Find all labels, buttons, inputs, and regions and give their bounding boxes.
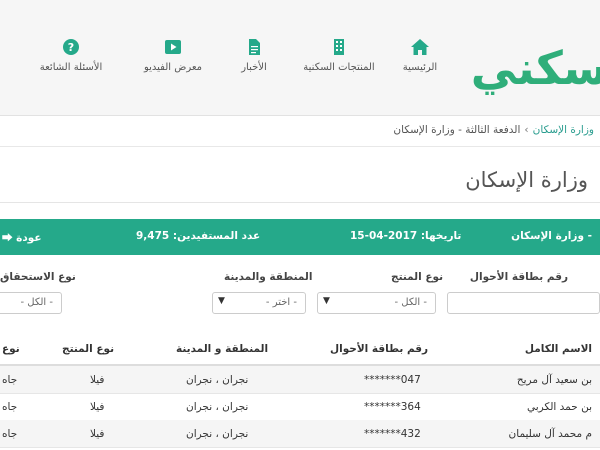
table-row: بن سعيد آل مريح *******047 نجران ، نجران… xyxy=(0,366,600,394)
filter-panel: رقم بطاقة الأحوال نوع المنتج - الكل - ▼ … xyxy=(0,265,600,325)
chevron-down-icon: ▼ xyxy=(323,296,330,306)
cell-product-type: فيلا xyxy=(90,428,105,440)
nav-news-label: الأخبار xyxy=(241,62,267,73)
document-icon xyxy=(249,39,260,55)
cell-product-type: فيلا xyxy=(90,374,105,386)
entitlement-type-select[interactable]: - الكل - xyxy=(0,292,62,314)
page-title: وزارة الإسكان xyxy=(465,168,588,192)
nav-video-gallery[interactable]: معرض الفيديو xyxy=(136,38,210,73)
chevron-down-icon: ▼ xyxy=(218,296,225,306)
table-row: بن حمد الكربي *******364 نجران ، نجران ف… xyxy=(0,393,600,421)
back-button[interactable]: ⮕ عودة xyxy=(2,230,42,245)
cell-region-city: نجران ، نجران xyxy=(186,401,249,413)
product-type-select[interactable]: - الكل - ▼ xyxy=(317,292,436,314)
site-header: سكني الرئيسية المنتجات السكنية الأخبار م… xyxy=(0,0,600,115)
batch-info-banner: - وزارة الإسكان تاريخها: 2017-04-15 عدد … xyxy=(0,219,600,255)
column-full-name: الاسم الكامل xyxy=(524,343,592,355)
breadcrumb-divider xyxy=(0,146,600,147)
nav-news[interactable]: الأخبار xyxy=(226,38,282,73)
results-table-header: الاسم الكامل رقم بطاقة الأحوال المنطقة و… xyxy=(0,340,600,366)
back-arrow-icon: ⮕ xyxy=(2,232,13,244)
column-entitlement-type: نوع xyxy=(2,343,20,355)
cell-card-number: *******432 xyxy=(364,428,421,440)
column-card-number: رقم بطاقة الأحوال xyxy=(330,343,429,355)
card-number-label: رقم بطاقة الأحوال xyxy=(469,271,568,283)
back-button-label: عودة xyxy=(16,232,42,244)
banner-date: تاريخها: 2017-04-15 xyxy=(350,230,462,242)
entitlement-type-label: نوع الاستحقاق xyxy=(0,271,76,283)
column-product-type: نوع المنتج xyxy=(62,343,115,355)
video-play-icon xyxy=(165,40,181,54)
column-region-city: المنطقة و المدينة xyxy=(176,343,269,355)
nav-products-label: المنتجات السكنية xyxy=(303,62,375,73)
question-circle-icon: ? xyxy=(63,39,79,55)
cell-full-name: بن حمد الكربي xyxy=(526,401,592,413)
card-number-input[interactable] xyxy=(447,292,600,314)
nav-home[interactable]: الرئيسية xyxy=(388,38,452,73)
banner-beneficiaries-count: عدد المستفيدين: 9,475 xyxy=(136,230,261,242)
nav-faq-label: الأسئلة الشائعة xyxy=(39,62,103,73)
table-row: م محمد آل سليمان *******432 نجران ، نجرا… xyxy=(0,420,600,448)
nav-faq[interactable]: ? الأسئلة الشائعة xyxy=(30,38,112,73)
region-label: المنطقة والمدينة xyxy=(224,271,313,283)
cell-full-name: م محمد آل سليمان xyxy=(508,428,592,440)
cell-region-city: نجران ، نجران xyxy=(186,428,249,440)
breadcrumb-separator-icon: › xyxy=(524,124,529,136)
cell-region-city: نجران ، نجران xyxy=(186,374,249,386)
title-divider xyxy=(0,202,600,203)
cell-entitlement-type: جاه xyxy=(2,428,18,440)
building-icon xyxy=(334,39,344,55)
cell-full-name: بن سعيد آل مريح xyxy=(516,374,592,386)
site-logo[interactable]: سكني xyxy=(471,45,600,91)
cell-entitlement-type: جاه xyxy=(2,374,18,386)
nav-products[interactable]: المنتجات السكنية xyxy=(297,38,381,73)
nav-video-gallery-label: معرض الفيديو xyxy=(143,62,203,73)
svg-text:?: ? xyxy=(68,41,74,54)
cell-entitlement-type: جاه xyxy=(2,401,18,413)
breadcrumb-item-ministry[interactable]: وزارة الإسكان xyxy=(533,124,594,136)
nav-home-label: الرئيسية xyxy=(402,62,438,73)
banner-ministry: - وزارة الإسكان xyxy=(511,230,592,242)
region-select[interactable]: - اختر - ▼ xyxy=(212,292,306,314)
cell-product-type: فيلا xyxy=(90,401,105,413)
cell-card-number: *******364 xyxy=(364,401,421,413)
product-type-label: نوع المنتج xyxy=(391,271,444,283)
home-icon xyxy=(411,39,429,55)
breadcrumb: وزارة الإسكان ›الدفعة الثالثة - وزارة الإ… xyxy=(393,124,594,136)
breadcrumb-item-current: الدفعة الثالثة - وزارة الإسكان xyxy=(393,124,521,136)
cell-card-number: *******047 xyxy=(364,374,421,386)
header-divider xyxy=(0,115,600,116)
